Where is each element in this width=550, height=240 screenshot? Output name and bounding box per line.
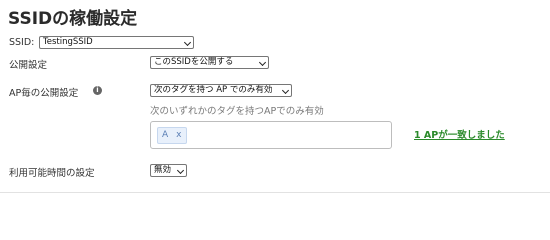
per-ap-visibility-select-value: 次のタグを持つ AP でのみ有効 <box>154 85 273 95</box>
tag-chip-label: A <box>162 130 169 140</box>
per-ap-visibility-label: AP毎の公開設定 <box>9 88 79 99</box>
per-ap-visibility-select[interactable]: 次のタグを持つ AP でのみ有効 <box>150 84 292 97</box>
matched-ap-link[interactable]: 1 APが一致しました <box>414 127 505 141</box>
ssid-label: SSID: <box>9 37 35 48</box>
tag-input-box[interactable]: A x <box>150 121 392 149</box>
chevron-down-icon <box>281 86 290 95</box>
visibility-select[interactable]: このSSIDを公開する <box>150 56 269 69</box>
close-icon[interactable]: x <box>176 128 181 143</box>
info-icon[interactable]: i <box>93 86 102 95</box>
tag-hint-text: 次のいずれかのタグを持つAPでのみ有効 <box>150 106 324 117</box>
ssid-select[interactable]: TestingSSID <box>39 36 194 49</box>
schedule-label: 利用可能時間の設定 <box>9 168 95 179</box>
visibility-select-value: このSSIDを公開する <box>154 57 234 67</box>
schedule-select[interactable]: 無効 <box>150 164 187 177</box>
chevron-down-icon <box>176 166 185 175</box>
page-title: SSIDの稼働設定 <box>8 9 138 29</box>
chevron-down-icon <box>183 38 192 47</box>
schedule-select-value: 無効 <box>154 165 172 175</box>
section-divider <box>0 192 550 193</box>
tag-chip: A x <box>157 127 187 144</box>
chevron-down-icon <box>258 58 267 67</box>
visibility-label: 公開設定 <box>9 60 48 71</box>
ssid-select-value: TestingSSID <box>43 37 93 47</box>
